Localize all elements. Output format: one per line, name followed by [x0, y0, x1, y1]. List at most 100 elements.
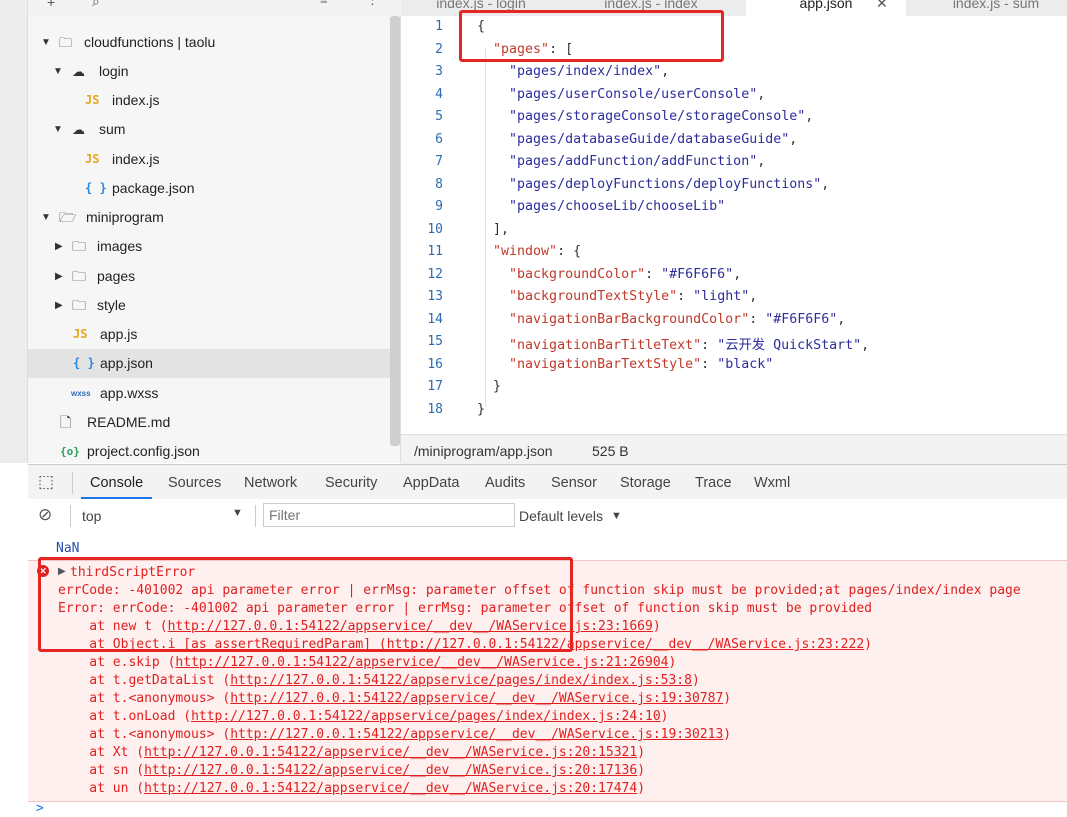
tab-security[interactable]: Security — [325, 465, 377, 499]
js-file-icon: JS — [85, 152, 100, 166]
caret-right-icon: ▶ — [55, 300, 63, 311]
activity-gutter — [0, 0, 28, 463]
stack-frame-link[interactable]: http://127.0.0.1:54122/appservice/__dev_… — [144, 781, 637, 796]
stack-frame: at un (http://127.0.0.1:54122/appservice… — [58, 781, 646, 796]
stack-frame-link[interactable]: http://127.0.0.1:54122/appservice/__dev_… — [144, 763, 637, 778]
divider — [70, 505, 71, 527]
stack-frame-link[interactable]: http://127.0.0.1:54122/appservice/__dev_… — [144, 745, 637, 760]
console-filter-bar: ⊘ top ▼ Default levels ▼ — [28, 499, 1067, 534]
stack-frame-link[interactable]: http://127.0.0.1:54122/appservice/__dev_… — [230, 691, 723, 706]
divider — [72, 472, 73, 494]
line-number: 15 — [427, 334, 443, 349]
code-line: "pages/deployFunctions/deployFunctions", — [509, 176, 830, 192]
tree-folder-pages[interactable]: ▶ 🗀 pages — [28, 262, 390, 291]
stack-frame-link[interactable]: http://127.0.0.1:54122/appservice/pages/… — [230, 673, 692, 688]
divider — [255, 505, 256, 527]
tree-file-app-json[interactable]: { } app.json — [28, 349, 390, 378]
line-number: 12 — [427, 266, 443, 282]
tree-file-sum-index-js[interactable]: JS index.js — [28, 145, 390, 174]
tab-console[interactable]: Console — [81, 465, 153, 499]
stack-frame-link[interactable]: http://127.0.0.1:54122/appservice/pages/… — [191, 709, 661, 724]
code-line: "navigationBarTitleText": "云开发 QuickStar… — [509, 338, 870, 353]
line-number: 10 — [427, 221, 443, 237]
code-line: "pages/chooseLib/chooseLib" — [509, 199, 726, 214]
tab-sources[interactable]: Sources — [168, 465, 221, 499]
tree-file-readme[interactable]: 🗋 README.md — [28, 408, 390, 437]
tab-sensor[interactable]: Sensor — [551, 465, 597, 499]
tree-folder-sum[interactable]: ▼ ☁ sum — [28, 115, 390, 144]
wxss-file-icon: wxss — [71, 389, 91, 398]
cloud-icon: ☁ — [72, 122, 85, 137]
stack-frame: at Xt (http://127.0.0.1:54122/appservice… — [58, 745, 646, 760]
code-line: "pages/storageConsole/storageConsole", — [509, 109, 814, 124]
tab-app-json[interactable]: app.json ✕ — [746, 0, 906, 16]
filter-input[interactable] — [263, 503, 515, 527]
console-prompt[interactable]: > — [36, 801, 44, 816]
close-tab-icon[interactable]: ✕ — [876, 0, 888, 10]
tab-network[interactable]: Network — [244, 465, 297, 499]
js-file-icon: JS — [73, 327, 88, 341]
more-icon[interactable]: ⋮ — [366, 0, 379, 8]
tree-folder-login[interactable]: ▼ ☁ login — [28, 57, 390, 86]
file-size: 525 B — [592, 443, 629, 459]
search-icon[interactable]: ⌕ — [92, 0, 100, 10]
tree-folder-images[interactable]: ▶ 🗀 images — [28, 232, 390, 261]
levels-dropdown[interactable]: Default levels ▼ — [519, 503, 622, 529]
annotation-box-top — [459, 10, 724, 62]
tab-appdata[interactable]: AppData — [403, 465, 459, 499]
cloud-icon: ☁ — [72, 64, 85, 79]
tree-file-project-config[interactable]: {o} project.config.json — [28, 437, 390, 466]
add-icon[interactable]: + — [47, 0, 55, 10]
line-number: 9 — [435, 199, 443, 214]
code-line: "navigationBarTextStyle": "black" — [509, 356, 774, 372]
tree-file-package-json[interactable]: { } package.json — [28, 174, 390, 203]
tree-file-app-wxss[interactable]: wxss app.wxss — [28, 379, 390, 408]
stack-frame: at t.getDataList (http://127.0.0.1:54122… — [58, 673, 700, 688]
file-tree: ▼ 🗀 cloudfunctions | taolu ▼ ☁ login JS … — [28, 16, 401, 463]
devtools-tabbar: ⬚ Console Sources Network Security AppDa… — [28, 464, 1067, 500]
console-nan: NaN — [56, 541, 80, 556]
indent-guide — [485, 47, 486, 407]
collapse-icon[interactable]: ≡ — [320, 0, 328, 7]
stack-frame: at sn (http://127.0.0.1:54122/appservice… — [58, 763, 646, 778]
tree-file-app-js[interactable]: JS app.js — [28, 320, 390, 349]
line-number: 16 — [427, 356, 443, 372]
annotation-box-bottom — [38, 557, 573, 652]
code-line: } — [477, 379, 502, 394]
code-line: "backgroundColor": "#F6F6F6", — [509, 266, 742, 282]
tab-audits[interactable]: Audits — [485, 465, 525, 499]
json-file-icon: { } — [73, 356, 95, 370]
code-line: "pages/databaseGuide/databaseGuide", — [509, 131, 798, 147]
dropdown-arrow-icon: ▼ — [232, 507, 243, 519]
tab-index-sum[interactable]: index.js - sum — [916, 0, 1067, 16]
stack-frame-link[interactable]: http://127.0.0.1:54122/appservice/__dev_… — [175, 655, 668, 670]
line-number: 8 — [435, 176, 443, 192]
file-path: /miniprogram/app.json — [414, 443, 553, 459]
tree-folder-style[interactable]: ▶ 🗀 style — [28, 291, 390, 320]
tree-file-login-index-js[interactable]: JS index.js — [28, 86, 390, 115]
clear-console-icon[interactable]: ⊘ — [38, 505, 52, 525]
line-number: 5 — [435, 109, 443, 124]
code-editor[interactable]: 1 2 3 4 5 6 7 8 9 10 11 12 13 14 15 16 17 18 { "pages": [… — [401, 16, 1067, 434]
cloud-folder-icon: 🗀 — [59, 35, 73, 50]
dropdown-arrow-icon: ▼ — [610, 510, 622, 522]
context-select[interactable]: top ▼ — [78, 503, 246, 529]
caret-down-icon: ▼ — [41, 37, 51, 48]
file-icon: 🗋 — [60, 414, 72, 430]
editor-status-bar: /miniprogram/app.json 525 B — [401, 434, 1067, 465]
tree-folder-cloudfunctions[interactable]: ▼ 🗀 cloudfunctions | taolu — [28, 28, 390, 57]
js-file-icon: JS — [85, 93, 100, 107]
inspect-icon[interactable]: ⬚ — [38, 472, 54, 492]
tree-folder-miniprogram[interactable]: ▼ 🗁 miniprogram — [28, 203, 390, 232]
caret-right-icon: ▶ — [55, 271, 63, 282]
folder-icon: 🗀 — [72, 238, 86, 254]
stack-frame-link[interactable]: http://127.0.0.1:54122/appservice/__dev_… — [230, 727, 723, 742]
tab-storage[interactable]: Storage — [620, 465, 671, 499]
tab-trace[interactable]: Trace — [695, 465, 732, 499]
code-line: "window": { — [493, 244, 582, 259]
caret-down-icon: ▼ — [41, 212, 51, 223]
tab-wxml[interactable]: Wxml — [754, 465, 790, 499]
code-line: "backgroundTextStyle": "light", — [509, 289, 758, 304]
tree-scrollbar[interactable] — [390, 16, 400, 446]
code-line: ], — [477, 221, 510, 237]
